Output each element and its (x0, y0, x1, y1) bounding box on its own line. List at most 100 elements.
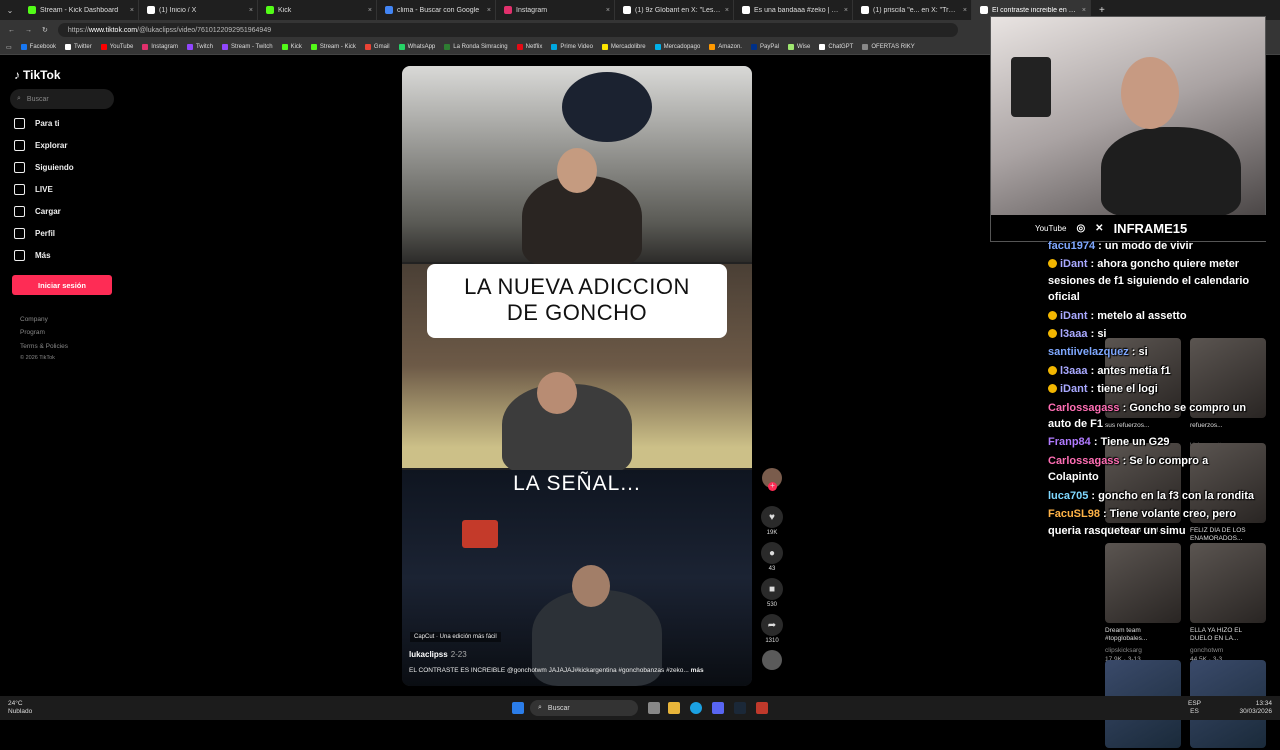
close-icon[interactable]: × (249, 7, 253, 14)
nav-item[interactable]: Siguiendo (14, 162, 74, 173)
bookmark-label: Stream - Kick (319, 44, 356, 50)
close-icon[interactable]: × (487, 7, 491, 14)
forward-icon[interactable]: → (25, 27, 32, 34)
bookmark-label: Instagram (151, 44, 178, 50)
close-icon[interactable]: × (1082, 7, 1086, 14)
share-icon[interactable]: ➦ (761, 614, 783, 636)
bookmark-item[interactable]: Kick (281, 44, 302, 50)
nav-item[interactable]: Explorar (14, 140, 67, 151)
login-button[interactable]: Iniciar sesión (12, 275, 112, 295)
language-indicator[interactable]: ESP ES (1188, 700, 1201, 716)
chat-text: antes metia f1 (1097, 364, 1171, 377)
bookmark-item[interactable]: La Ronda Simracing (444, 44, 508, 50)
capcut-badge[interactable]: CapCut · Una edición más fácil (410, 632, 501, 642)
nav-item[interactable]: Perfil (14, 228, 55, 239)
nav-item-label: Cargar (35, 207, 61, 216)
tab-search-icon[interactable]: ⌄ (0, 6, 20, 15)
bookmark-item[interactable]: Instagram (142, 44, 178, 50)
chat-username: santiivelazquez (1048, 346, 1129, 359)
feed-thumbnail[interactable] (1105, 543, 1181, 623)
weather-widget[interactable]: 24°C Nublado (8, 700, 32, 716)
bookmark-item[interactable]: Wise (788, 44, 810, 50)
browser-tab[interactable]: (1) 9z Globant en X: "Les juro que × (615, 0, 734, 20)
bookmark-item[interactable]: WhatsApp (398, 44, 436, 50)
bookmark-label: Mercadolibre (610, 44, 646, 50)
bookmark-item[interactable]: Twitch (186, 44, 213, 50)
chat-username: l3aaa (1060, 364, 1088, 377)
discord-icon[interactable] (712, 702, 724, 714)
bookmark-favicon-icon (709, 44, 716, 50)
bookmark-item[interactable]: Twitter (65, 44, 92, 50)
bookmark-item[interactable]: OFERTAS RIKY (862, 44, 915, 50)
footer-terms[interactable]: Terms & Policies (20, 343, 68, 350)
sub-badge-icon (1048, 259, 1057, 269)
nav-item-label: Siguiendo (35, 163, 74, 172)
browser-tab[interactable]: Instagram × (496, 0, 615, 20)
browser-tab[interactable]: Stream - Kick Dashboard × (20, 0, 139, 20)
nav-item[interactable]: Más (14, 250, 51, 261)
bookmark-item[interactable]: Facebook (20, 44, 56, 50)
feed-title: Dream team #topglobales... (1105, 627, 1148, 642)
browser-tab[interactable]: (1) Inicio / X × (139, 0, 258, 20)
feed-card[interactable]: Dream team #topglobales...clipskicksarg1… (1105, 543, 1181, 663)
close-icon[interactable]: × (725, 7, 729, 14)
footer-program[interactable]: Program (20, 329, 45, 336)
clock[interactable]: 13:34 30/03/2026 (1239, 700, 1272, 716)
feed-thumbnail[interactable] (1190, 543, 1266, 623)
browser-tab[interactable]: clima - Buscar con Google × (377, 0, 496, 20)
comment-icon[interactable]: ● (761, 542, 783, 564)
close-icon[interactable]: × (963, 7, 967, 14)
bookmark-item[interactable]: Amazon. (709, 44, 742, 50)
taskbar-search[interactable]: ⌕ Buscar (530, 700, 638, 716)
tab-favicon-icon (623, 6, 631, 14)
edge-icon[interactable] (690, 702, 702, 714)
apps-icon[interactable]: ▭ (6, 44, 12, 51)
bookmark-item[interactable]: Mercadopago (654, 44, 700, 50)
bookmark-item[interactable]: Mercadolibre (601, 44, 646, 50)
video-author[interactable]: lukaclipss 2-23 (409, 650, 467, 659)
bookmark-item[interactable]: YouTube (100, 44, 133, 50)
bookmark-item[interactable]: Netflix (516, 44, 542, 50)
bookmark-icon[interactable]: ■ (761, 578, 783, 600)
feed-card[interactable]: ELLA YA HIZO EL DUELO EN LA...gonchotwm4… (1190, 543, 1266, 663)
new-tab-button[interactable]: + (1091, 5, 1113, 16)
close-icon[interactable]: × (130, 7, 134, 14)
bookmark-label: WhatsApp (407, 44, 436, 50)
chat-text: un modo de vivir (1104, 240, 1193, 252)
bookmark-item[interactable]: Gmail (364, 44, 390, 50)
file-explorer-icon[interactable] (668, 702, 680, 714)
video-player[interactable]: LA NUEVA ADICCION DE GONCHO LA SEÑAL... … (402, 66, 752, 686)
music-disc-icon[interactable] (762, 650, 782, 670)
close-icon[interactable]: × (844, 7, 848, 14)
footer-company[interactable]: Company (20, 316, 48, 323)
start-icon[interactable] (512, 702, 524, 714)
browser-tab[interactable]: (1) priscila "e... en X: "Tremendo × (853, 0, 972, 20)
app-icon[interactable] (756, 702, 768, 714)
tiktok-logo[interactable]: ♪ TikTok (14, 68, 61, 82)
close-icon[interactable]: × (606, 7, 610, 14)
nav-item[interactable]: Para ti (14, 118, 59, 129)
creator-avatar[interactable] (762, 468, 782, 491)
bookmark-favicon-icon (310, 44, 317, 50)
bookmark-item[interactable]: Prime Video (551, 44, 593, 50)
browser-tab[interactable]: Es una bandaaa #zeko | es una ba × (734, 0, 853, 20)
nav-item[interactable]: LIVE (14, 184, 53, 195)
bookmark-item[interactable]: PayPal (750, 44, 779, 50)
like-icon[interactable]: ♥ (761, 506, 783, 528)
browser-tab[interactable]: Kick × (258, 0, 377, 20)
chat-text: si (1097, 328, 1107, 341)
task-view-icon[interactable] (648, 702, 660, 714)
bookmark-item[interactable]: ChatGPT (819, 44, 853, 50)
url-field[interactable]: https://www.tiktok.com/@lukaclipss/video… (57, 23, 958, 37)
back-icon[interactable]: ← (8, 27, 15, 34)
tab-favicon-icon (861, 6, 869, 14)
bookmark-item[interactable]: Stream - Kick (310, 44, 356, 50)
steam-icon[interactable] (734, 702, 746, 714)
bookmark-item[interactable]: Stream - Twitch (221, 44, 273, 50)
reload-icon[interactable]: ↻ (42, 26, 48, 34)
close-icon[interactable]: × (368, 7, 372, 14)
more-link[interactable]: más (691, 667, 704, 674)
chat-message: Carlossagass : Se lo compro a Colapinto (1048, 454, 1209, 484)
nav-item[interactable]: Cargar (14, 206, 61, 217)
search-input[interactable]: ⌕ Buscar (10, 89, 114, 109)
